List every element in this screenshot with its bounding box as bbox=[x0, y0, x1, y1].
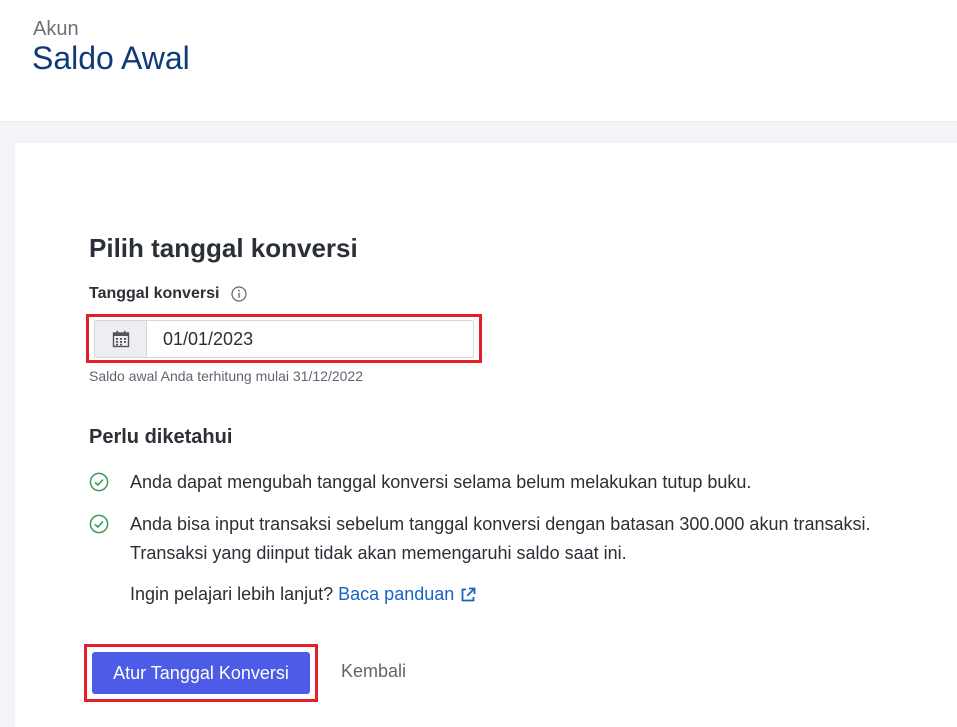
check-circle-icon bbox=[89, 472, 109, 492]
page-title: Saldo Awal bbox=[32, 40, 190, 76]
date-label-text: Tanggal konversi bbox=[89, 285, 220, 302]
external-link-icon[interactable] bbox=[459, 586, 477, 604]
info-item-line: Anda bisa input transaksi sebelum tangga… bbox=[130, 514, 871, 534]
date-input-highlight bbox=[86, 314, 482, 363]
info-item-text: Anda bisa input transaksi sebelum tangga… bbox=[130, 510, 871, 568]
info-title: Perlu diketahui bbox=[89, 426, 233, 448]
guide-link[interactable]: Baca panduan bbox=[338, 584, 477, 605]
date-field-label: Tanggal konversi bbox=[89, 285, 248, 303]
conversion-card: Pilih tanggal konversi Tanggal konversi bbox=[15, 143, 957, 727]
info-item-line: Transaksi yang diinput tidak akan memeng… bbox=[130, 543, 627, 563]
set-conversion-date-button[interactable]: Atur Tanggal Konversi bbox=[92, 652, 310, 694]
conversion-date-input[interactable] bbox=[147, 321, 467, 357]
check-circle-icon bbox=[89, 514, 109, 534]
primary-button-highlight: Atur Tanggal Konversi bbox=[84, 644, 318, 702]
back-button[interactable]: Kembali bbox=[341, 661, 406, 682]
guide-link-label[interactable]: Baca panduan bbox=[338, 584, 454, 605]
info-icon[interactable] bbox=[231, 286, 248, 302]
info-item-text: Anda dapat mengubah tanggal konversi sel… bbox=[130, 472, 752, 492]
section-title: Pilih tanggal konversi bbox=[89, 233, 358, 263]
page-header: Akun Saldo Awal bbox=[0, 0, 957, 122]
learn-more-text: Ingin pelajari lebih lanjut? bbox=[130, 584, 334, 604]
info-item: Anda bisa input transaksi sebelum tangga… bbox=[89, 514, 871, 568]
date-helper-text: Saldo awal Anda terhitung mulai 31/12/20… bbox=[89, 368, 363, 384]
calendar-icon[interactable] bbox=[95, 321, 147, 357]
breadcrumb[interactable]: Akun bbox=[33, 18, 79, 41]
learn-more: Ingin pelajari lebih lanjut? Baca pandua… bbox=[130, 584, 477, 605]
info-item: Anda dapat mengubah tanggal konversi sel… bbox=[89, 472, 751, 497]
date-picker[interactable] bbox=[94, 320, 474, 358]
